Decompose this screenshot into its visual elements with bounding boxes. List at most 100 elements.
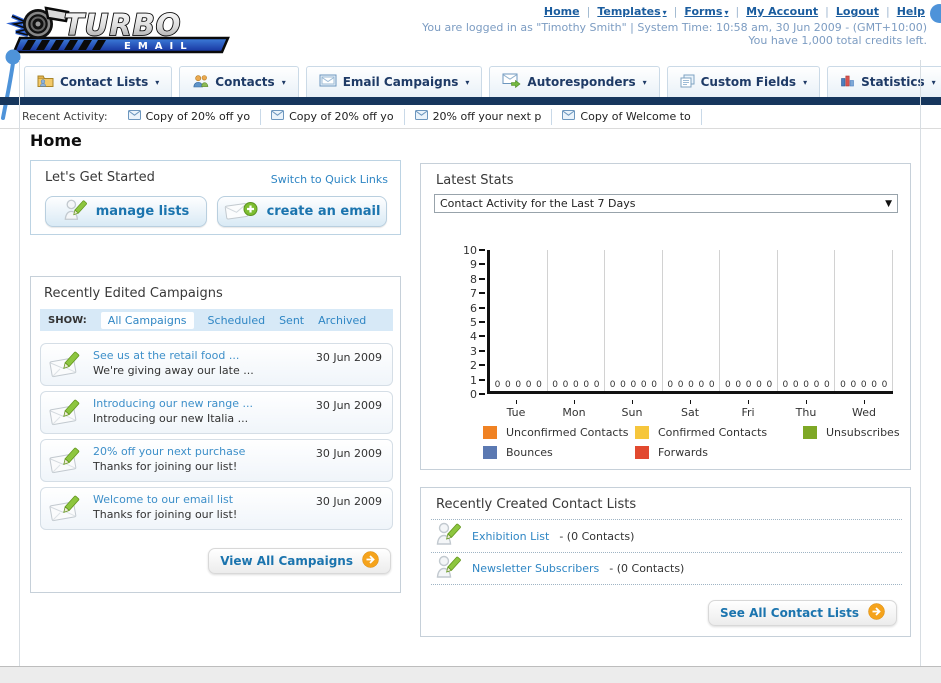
bar-value-label: 0	[572, 380, 579, 390]
email-campaigns-icon	[319, 74, 337, 90]
legend-label: Forwards	[658, 446, 708, 459]
campaign-texts: See us at the retail food ... We're givin…	[93, 349, 254, 377]
link-separator: |	[673, 5, 678, 18]
recent-activity-item[interactable]: Copy of 20% off yo	[118, 108, 262, 125]
campaign-title-link[interactable]: 20% off your next purchase	[93, 445, 245, 458]
x-axis-label: Fri	[719, 400, 777, 419]
select-caret-icon: ▼	[885, 198, 892, 209]
campaign-title-link[interactable]: See us at the retail food ...	[93, 349, 254, 362]
nav-tab-label: Custom Fields	[700, 75, 797, 89]
recent-activity-item-label: Copy of 20% off yo	[145, 110, 251, 123]
bar-value-labels: 00000	[663, 380, 720, 390]
bar-value-label: 0	[745, 380, 752, 390]
campaign-filter-archived[interactable]: Archived	[318, 314, 366, 327]
y-axis-tick-label: 5	[470, 316, 477, 329]
header-link-forms[interactable]: Forms ▾	[684, 5, 728, 18]
contact-list-row[interactable]: Newsletter Subscribers - (0 Contacts)	[431, 552, 902, 585]
campaign-row[interactable]: Introducing our new range ... Introducing…	[40, 391, 393, 434]
nav-tab-autoresponders[interactable]: Autoresponders ▾	[489, 66, 660, 97]
header-link-templates[interactable]: Templates ▾	[597, 5, 666, 18]
bar-value-label: 0	[562, 380, 569, 390]
create-an-email-button[interactable]: create an email	[217, 196, 387, 227]
header-link-home[interactable]: Home	[544, 5, 580, 18]
page-border-left	[19, 60, 20, 666]
manage-lists-button[interactable]: manage lists	[45, 196, 207, 227]
bar-value-label: 0	[688, 380, 694, 390]
recent-activity-item[interactable]: Copy of 20% off yo	[261, 108, 405, 125]
y-axis-tick	[479, 292, 485, 295]
contact-list-link[interactable]: Newsletter Subscribers	[472, 562, 599, 575]
nav-tab-contact-lists[interactable]: Contact Lists ▾	[24, 66, 173, 97]
campaign-row[interactable]: Welcome to our email list Thanks for join…	[40, 487, 393, 530]
nav-tab-label: Contact Lists	[60, 75, 149, 89]
bar-value-label: 0	[630, 380, 637, 390]
list-edit-icon	[435, 553, 462, 585]
chart-day-group: 00000	[548, 250, 606, 391]
y-axis-tick	[479, 349, 485, 352]
bar-value-labels: 00000	[490, 380, 547, 390]
recent-activity-item[interactable]: 20% off your next p	[405, 108, 553, 125]
chart-day-group: 00000	[720, 250, 778, 391]
bar-value-label: 0	[515, 380, 522, 390]
legend-swatch	[803, 426, 817, 439]
bar-value-label: 0	[525, 380, 532, 390]
contact-lists-icon	[37, 74, 54, 91]
bar-value-label: 0	[724, 380, 731, 390]
y-axis-tick-label: 3	[470, 344, 477, 358]
app-window: EMAIL TURBO Home | Templates ▾ | Forms ▾ | My Ac…	[0, 0, 941, 683]
header-link-logout[interactable]: Logout	[836, 5, 879, 18]
see-all-contact-lists-label: See All Contact Lists	[719, 606, 859, 620]
recent-activity-item[interactable]: Copy of Welcome to	[552, 108, 702, 125]
custom-fields-icon	[680, 74, 695, 91]
chart-plot-area: 00000000000000000000000000000000000	[487, 250, 894, 394]
bar-value-label: 0	[708, 380, 715, 390]
y-axis-tick-label: 10	[463, 244, 477, 257]
bar-value-label: 0	[651, 380, 658, 390]
campaign-title-link[interactable]: Welcome to our email list	[93, 493, 237, 506]
recent-activity-item-label: Copy of 20% off yo	[289, 110, 394, 123]
contact-list-link[interactable]: Exhibition List	[472, 530, 549, 543]
recently-created-contact-lists-panel: Recently Created Contact Lists Exhibitio…	[420, 487, 911, 637]
bar-value-label: 0	[860, 380, 867, 390]
y-axis-tick	[479, 378, 485, 381]
envelope-icon	[127, 110, 141, 123]
campaign-texts: Welcome to our email list Thanks for join…	[93, 493, 237, 521]
contact-list-row[interactable]: Exhibition List - (0 Contacts)	[431, 519, 902, 552]
legend-item-forwards: Forwards	[635, 446, 803, 459]
y-axis-tick	[479, 263, 485, 266]
nav-tab-label: Email Campaigns	[342, 75, 459, 89]
bar-value-label: 0	[881, 380, 888, 390]
see-all-contact-lists-button[interactable]: See All Contact Lists	[707, 600, 897, 626]
nav-tab-custom-fields[interactable]: Custom Fields ▾	[666, 66, 821, 97]
y-axis-tick-label: 7	[470, 287, 477, 301]
campaign-filters: All Campaigns Scheduled Sent Archived	[100, 311, 366, 329]
manage-lists-icon	[63, 197, 88, 227]
campaign-title-link[interactable]: Introducing our new range ...	[93, 397, 253, 410]
nav-tab-statistics[interactable]: Statistics ▾	[827, 66, 941, 97]
nav-tab-contacts[interactable]: Contacts ▾	[179, 66, 299, 97]
switch-to-quick-links[interactable]: Switch to Quick Links	[271, 173, 388, 186]
contacts-icon	[192, 74, 209, 91]
bar-value-label: 0	[813, 380, 820, 390]
x-axis-label: Tue	[487, 400, 545, 419]
bar-value-labels: 00000	[605, 380, 662, 390]
campaign-filter-sent[interactable]: Sent	[279, 314, 304, 327]
bar-value-label: 0	[698, 380, 705, 390]
turbo-email-logo[interactable]: EMAIL TURBO	[6, 2, 238, 58]
recent-activity-item-label: Copy of Welcome to	[580, 110, 691, 123]
stats-period-select[interactable]: Contact Activity for the Last 7 Days ▼	[434, 194, 898, 213]
link-separator: |	[825, 5, 829, 18]
campaign-subtitle: Thanks for joining our list!	[93, 508, 238, 521]
header-link-my-account[interactable]: My Account	[746, 5, 818, 18]
campaign-row[interactable]: 20% off your next purchase Thanks for joi…	[40, 439, 393, 482]
legend-swatch	[635, 446, 649, 459]
campaign-filter-all-campaigns[interactable]: All Campaigns	[100, 311, 194, 329]
bar-value-label: 0	[756, 380, 762, 390]
campaign-filter-scheduled[interactable]: Scheduled	[208, 314, 266, 327]
nav-tab-email-campaigns[interactable]: Email Campaigns ▾	[305, 66, 483, 97]
view-all-campaigns-button[interactable]: View All Campaigns	[208, 548, 391, 574]
header-link-help[interactable]: Help	[897, 5, 925, 18]
chart-day-group: 00000	[778, 250, 836, 391]
lets-get-started-title: Let's Get Started	[45, 170, 155, 185]
campaign-row[interactable]: See us at the retail food ... We're givin…	[40, 343, 393, 386]
